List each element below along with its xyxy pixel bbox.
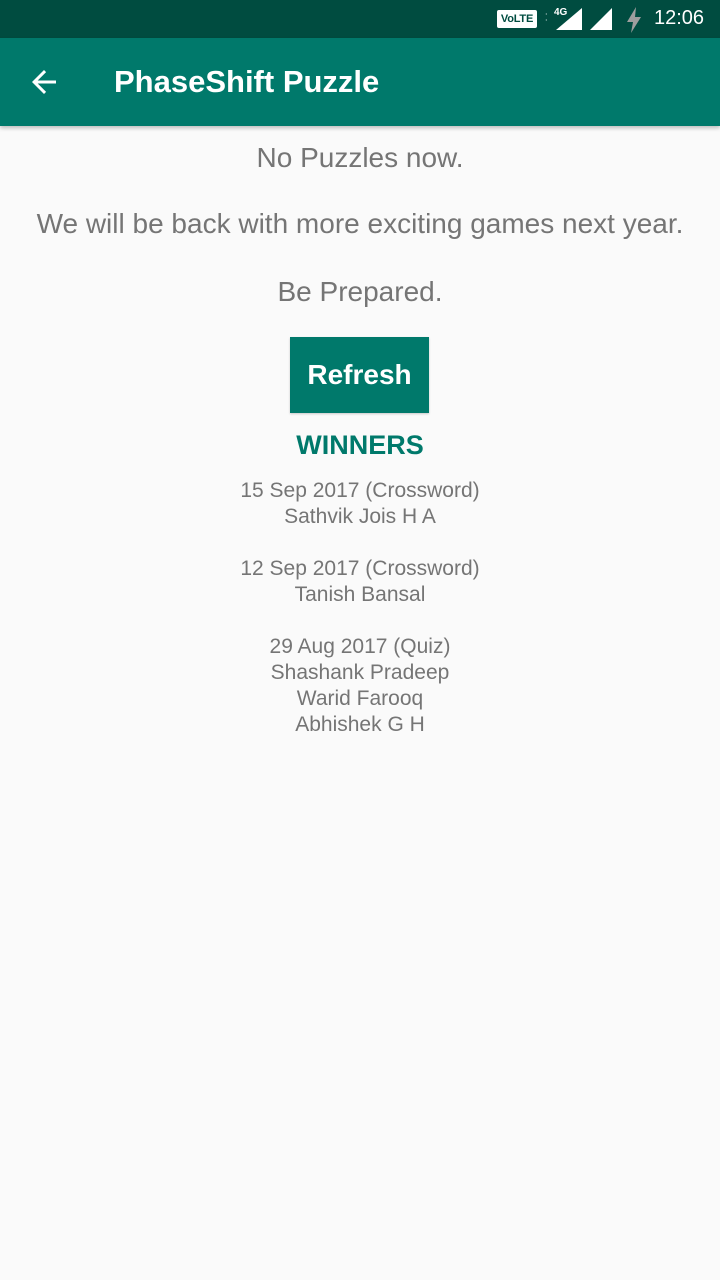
winner-event: 29 Aug 2017 (Quiz) (269, 635, 451, 658)
app-bar: PhaseShift Puzzle (0, 38, 720, 126)
winner-group: 12 Sep 2017 (Crossword) Tanish Bansal (0, 556, 720, 608)
winner-event: 12 Sep 2017 (Crossword) (240, 557, 480, 580)
winner-name: Sathvik Jois H A (284, 505, 436, 528)
winner-group: 29 Aug 2017 (Quiz) Shashank Pradeep Wari… (0, 634, 720, 738)
winners-list: 15 Sep 2017 (Crossword) Sathvik Jois H A… (0, 478, 720, 764)
winner-name: Shashank Pradeep (270, 661, 450, 684)
back-button[interactable] (20, 58, 68, 106)
signal-strength-icon (556, 8, 582, 30)
winner-name: Tanish Bansal (294, 583, 426, 606)
arrow-back-icon (32, 70, 56, 94)
roaming-indicator: R (606, 21, 612, 30)
page-title: PhaseShift Puzzle (114, 64, 380, 99)
be-prepared-message: Be Prepared. (277, 276, 443, 307)
charging-bolt-icon (627, 7, 641, 33)
volte-badge: VoLTE (497, 10, 537, 28)
refresh-button[interactable]: Refresh (290, 337, 429, 413)
status-bar: VoLTE · · 4G R 12:06 (0, 0, 720, 38)
winner-group: 15 Sep 2017 (Crossword) Sathvik Jois H A (0, 478, 720, 530)
winner-name: Warid Farooq (296, 687, 424, 710)
clock: 12:06 (654, 7, 705, 29)
back-next-year-message: We will be back with more exciting games… (36, 208, 684, 239)
data-activity-icon: · · (545, 10, 548, 25)
winners-heading: WINNERS (296, 430, 424, 460)
no-puzzles-message: No Puzzles now. (256, 142, 464, 173)
winner-event: 15 Sep 2017 (Crossword) (240, 479, 480, 502)
winner-name: Abhishek G H (295, 713, 425, 736)
